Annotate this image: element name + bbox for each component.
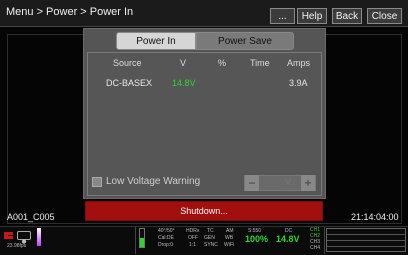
ratio: 1:1 (189, 242, 196, 248)
sync-label: SYNC (204, 242, 218, 248)
back-button[interactable]: Back (332, 8, 362, 24)
close-button[interactable]: Close (367, 8, 402, 24)
tab-power-save[interactable]: Power Save (196, 32, 294, 50)
hdrx-value: OFF (188, 235, 198, 241)
tab-power-in[interactable]: Power In (116, 32, 196, 50)
frame-rate: 23.98fps (7, 243, 27, 249)
hdrx-label: HDRx (186, 228, 200, 234)
record-indicator-icon (17, 231, 31, 244)
row-amps: 3.9A (289, 78, 308, 88)
stepper-value: V (285, 177, 292, 187)
shutter-angle: 40°/50° (158, 228, 175, 234)
timecode: 21:14:04:00 (351, 212, 399, 222)
breadcrumb: Menu > Power > Power In (6, 6, 134, 18)
help-button[interactable]: Help (297, 8, 327, 24)
channel-4: CH4 (310, 245, 321, 251)
row-source: DC-BASEX (106, 78, 153, 88)
level-meter (37, 228, 41, 246)
gen-label: GEN (204, 235, 215, 241)
low-voltage-checkbox[interactable] (92, 177, 102, 187)
audio-meters (326, 228, 406, 252)
column-header-amps: Amps (287, 58, 311, 68)
low-voltage-label: Low Voltage Warning (106, 176, 201, 187)
column-header-source: Source (113, 58, 142, 68)
wifi-label: WiFi (224, 242, 234, 248)
dc-voltage: 14.8V (276, 234, 300, 244)
column-header-percent: % (218, 58, 227, 68)
clip-name: A001_C005 (7, 212, 55, 222)
increment-button[interactable]: + (301, 175, 315, 191)
wb-label: WB (225, 235, 234, 241)
decrement-button[interactable]: − (245, 175, 259, 191)
media-percent: 100% (245, 234, 269, 244)
divider (135, 227, 136, 254)
shutdown-button[interactable]: Shutdown... (85, 201, 323, 221)
tc-label: TC (207, 228, 214, 234)
more-button[interactable]: ... (270, 8, 295, 24)
media-gauge-fill (140, 238, 144, 247)
calibration: Cal:DE (158, 235, 174, 241)
column-header-volts: V (180, 58, 187, 68)
divider (324, 227, 325, 254)
row-volts: 14.8V (172, 78, 196, 88)
am-label: AM (226, 228, 234, 234)
dropped-frames: Drop:0 (158, 242, 174, 248)
column-header-time: Time (250, 58, 270, 68)
